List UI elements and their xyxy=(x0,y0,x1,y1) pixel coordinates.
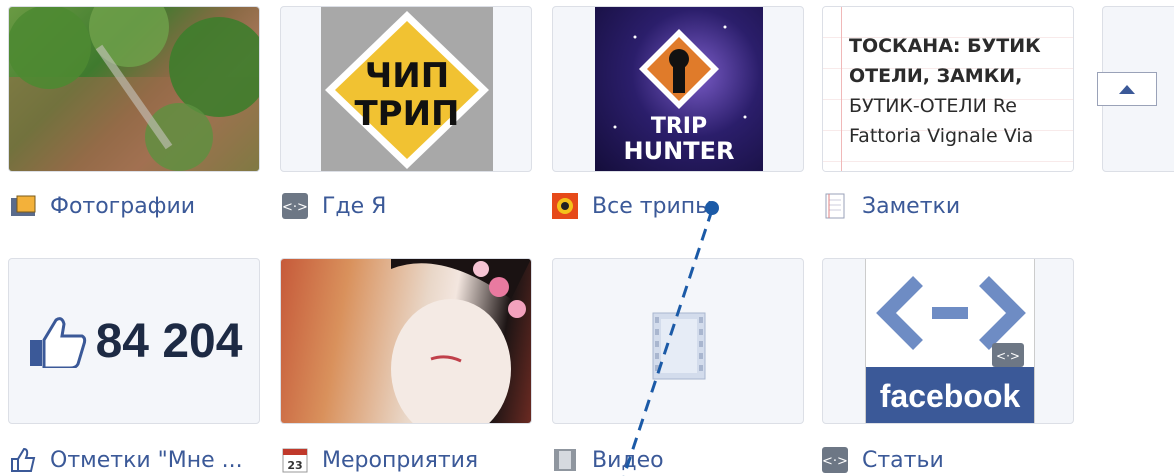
svg-text:<·>: <·> xyxy=(282,200,308,215)
notes-preview-line: ОТЕЛИ, ЗАМКИ, xyxy=(849,65,1023,87)
video-label: Видео xyxy=(592,447,664,473)
photos-label: Фотографии xyxy=(50,193,196,219)
notes-link[interactable]: Заметки xyxy=(822,188,960,224)
photos-icon xyxy=(10,193,36,219)
video-icon xyxy=(552,447,578,473)
likes-label: Отметки "Мне ... xyxy=(50,447,243,473)
where-link[interactable]: <·> Где Я xyxy=(282,188,386,224)
likes-summary: 84 204 xyxy=(9,259,259,423)
notes-preview: ТОСКАНА: БУТИК ОТЕЛИ, ЗАМКИ, БУТИК-ОТЕЛИ… xyxy=(849,31,1073,151)
where-tile[interactable]: ЧИП ТРИП xyxy=(280,6,532,172)
video-tile[interactable] xyxy=(552,258,804,424)
photos-link[interactable]: Фотографии xyxy=(10,188,195,224)
film-strip-icon xyxy=(652,312,706,380)
facebook-logo: facebook xyxy=(866,367,1034,423)
code-brackets-icon: <·> xyxy=(876,276,1026,367)
likes-tile[interactable]: 84 204 xyxy=(8,258,260,424)
trip-logo-line2: HUNTER xyxy=(624,137,735,165)
svg-text:<·>: <·> xyxy=(996,349,1020,363)
trip-hunter-art: TRIP HUNTER xyxy=(613,25,747,165)
video-link[interactable]: Видео xyxy=(552,442,664,476)
articles-label: Статьи xyxy=(862,447,944,473)
events-link[interactable]: 23 Мероприятия xyxy=(282,442,478,476)
where-logo-line2: ТРИП xyxy=(354,94,459,134)
likes-link[interactable]: Отметки "Мне ... xyxy=(10,442,243,476)
photos-thumbnail-art xyxy=(9,7,259,171)
likes-count: 84 204 xyxy=(95,314,243,368)
where-label: Где Я xyxy=(322,193,387,219)
trips-link[interactable]: Все трипы xyxy=(552,188,713,224)
notes-preview-line: Fattoria Vignale Via xyxy=(849,125,1034,147)
trips-tile[interactable]: TRIP HUNTER xyxy=(552,6,804,172)
code-brackets-icon: <·> xyxy=(822,447,848,473)
events-thumbnail-art xyxy=(391,259,531,423)
calendar-icon: 23 xyxy=(282,447,308,473)
notes-preview-line: БУТИК-ОТЕЛИ Re xyxy=(849,95,1017,117)
notes-margin-line xyxy=(841,7,842,171)
thumbs-up-icon xyxy=(29,317,86,368)
trip-logo-line1: TRIP xyxy=(651,114,707,139)
notes-tile[interactable]: ТОСКАНА: БУТИК ОТЕЛИ, ЗАМКИ, БУТИК-ОТЕЛИ… xyxy=(822,6,1074,172)
photos-tile[interactable] xyxy=(8,6,260,172)
notes-preview-line: ТОСКАНА: БУТИК xyxy=(849,35,1041,57)
trips-app-icon xyxy=(552,193,578,219)
where-logo-line1: ЧИП xyxy=(365,56,449,96)
trips-label: Все трипы xyxy=(592,193,713,219)
calendar-day: 23 xyxy=(287,459,302,472)
collapse-button[interactable] xyxy=(1097,72,1157,106)
events-tile[interactable] xyxy=(280,258,532,424)
photos-thumbnail xyxy=(9,7,259,171)
chevron-up-icon xyxy=(1119,85,1135,94)
articles-tile[interactable]: <·> facebook xyxy=(822,258,1074,424)
notes-label: Заметки xyxy=(862,193,961,219)
notebook-icon xyxy=(822,193,848,219)
where-sign-art: ЧИП ТРИП xyxy=(325,11,489,169)
where-thumbnail: ЧИП ТРИП xyxy=(321,7,493,171)
articles-thumbnail: <·> facebook xyxy=(865,259,1035,423)
svg-text:<·>: <·> xyxy=(822,454,848,469)
trips-thumbnail: TRIP HUNTER xyxy=(595,7,763,171)
thumbs-up-outline-icon xyxy=(10,447,36,473)
events-label: Мероприятия xyxy=(322,447,479,473)
articles-link[interactable]: <·> Статьи xyxy=(822,442,944,476)
events-thumbnail xyxy=(281,259,531,423)
code-brackets-icon: <·> xyxy=(282,193,308,219)
